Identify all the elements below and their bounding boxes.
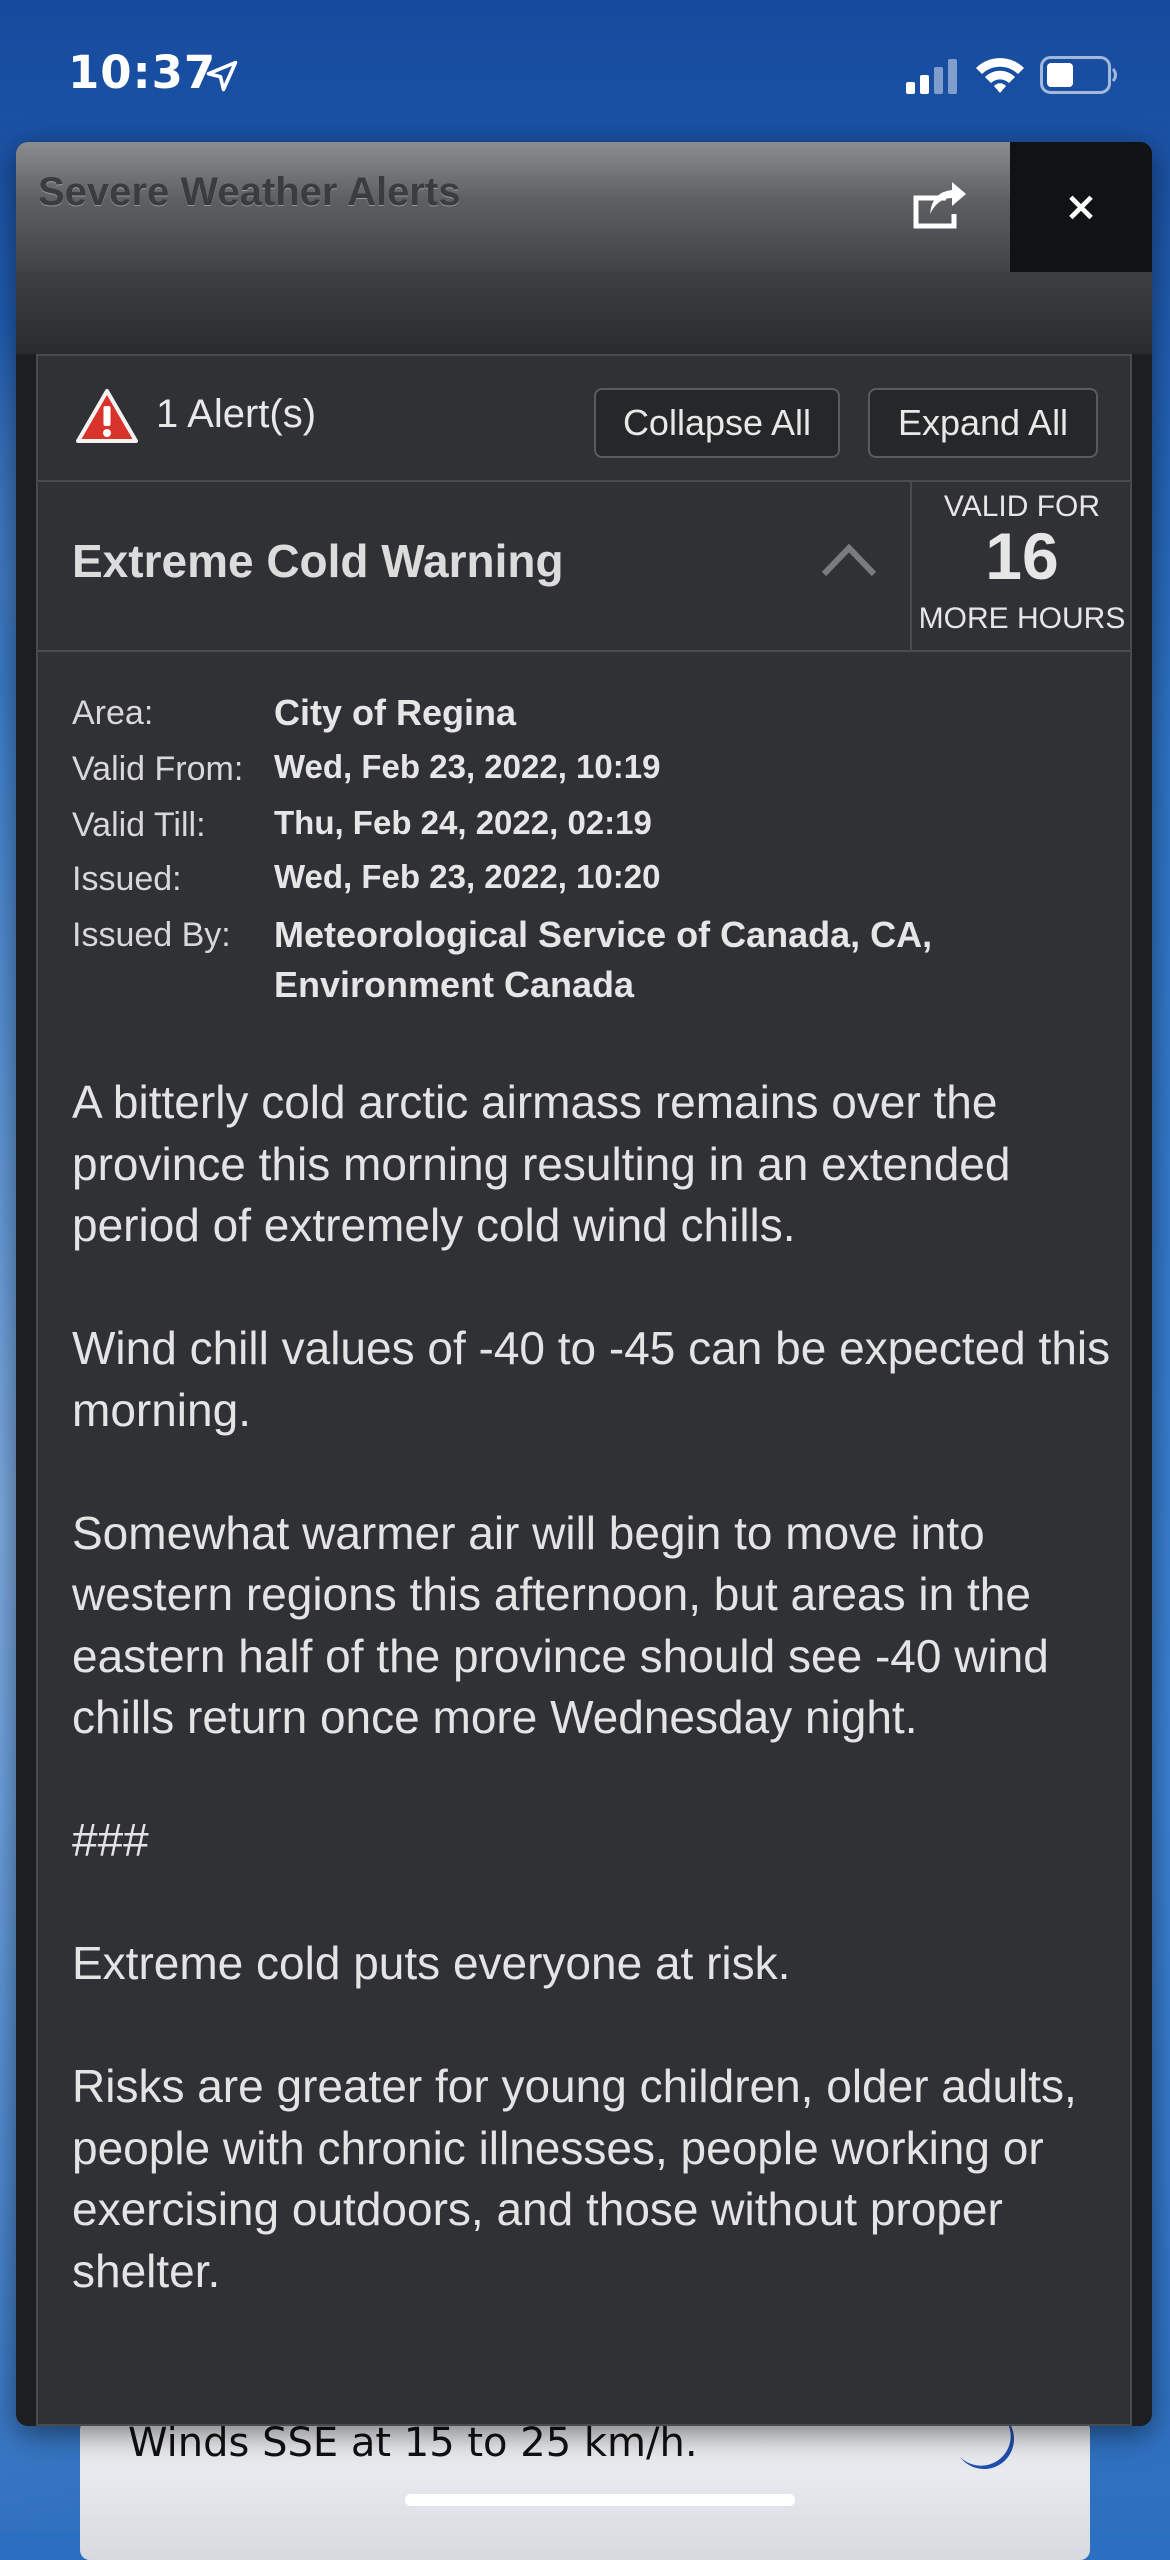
alert-header-row[interactable]: Extreme Cold Warning VALID FOR 16 MORE H… — [38, 480, 1130, 652]
alert-count: 1 Alert(s) — [156, 392, 317, 436]
detail-value: Environment Canada — [274, 964, 635, 1005]
wifi-icon — [976, 58, 1024, 93]
dialog-title: Severe Weather Alerts — [38, 170, 461, 214]
dialog-header: Severe Weather Alerts — [16, 142, 1010, 272]
dialog-subheader — [16, 272, 1152, 354]
cellular-signal-icon — [906, 59, 957, 94]
battery-icon — [1040, 56, 1117, 94]
status-bar: 10:37 — [0, 0, 1170, 140]
chevron-up-icon[interactable] — [820, 540, 878, 580]
severe-weather-alerts-dialog: Severe Weather Alerts × 1 Alert(s) Colla… — [16, 142, 1152, 2426]
detail-label: Issued: — [72, 860, 182, 898]
alert-description: A bitterly cold arctic airmass remains o… — [72, 1072, 1112, 2364]
share-icon[interactable] — [906, 176, 968, 232]
close-button[interactable]: × — [1010, 142, 1152, 272]
expand-all-button[interactable]: Expand All — [868, 388, 1098, 458]
description-paragraph: ### — [72, 1814, 149, 1866]
forecast-card-text: Winds SSE at 15 to 25 km/h. — [128, 2420, 698, 2466]
description-paragraph: Wind chill values of -40 to -45 can be e… — [72, 1322, 1111, 1436]
description-paragraph: Risks are greater for young children, ol… — [72, 2060, 1077, 2297]
description-paragraph: Somewhat warmer air will begin to move i… — [72, 1506, 1049, 1744]
collapse-all-button[interactable]: Collapse All — [594, 388, 840, 458]
detail-value: City of Regina — [274, 692, 517, 733]
detail-label: Area: — [72, 694, 154, 732]
location-arrow-icon — [206, 60, 238, 92]
description-paragraph: Extreme cold puts everyone at risk. — [72, 1937, 791, 1989]
more-hours-label: MORE HOURS — [918, 602, 1126, 635]
home-indicator[interactable] — [405, 2494, 795, 2506]
valid-for-box: VALID FOR 16 MORE HOURS — [910, 480, 1132, 650]
alert-title: Extreme Cold Warning — [72, 535, 564, 587]
description-paragraph: A bitterly cold arctic airmass remains o… — [72, 1076, 1011, 1251]
detail-value: Meteorological Service of Canada, CA, — [274, 914, 933, 955]
detail-label: Issued By: — [72, 916, 231, 954]
detail-label: Valid From: — [72, 750, 244, 788]
detail-value: Wed, Feb 23, 2022, 10:19 — [274, 748, 661, 785]
warning-triangle-icon — [76, 389, 138, 443]
status-time: 10:37 — [68, 46, 217, 99]
alerts-toolbar: 1 Alert(s) Collapse All Expand All — [38, 356, 1130, 482]
detail-value: Thu, Feb 24, 2022, 02:19 — [274, 804, 652, 841]
valid-hours: 16 — [985, 519, 1059, 593]
detail-label: Valid Till: — [72, 806, 206, 844]
detail-value: Wed, Feb 23, 2022, 10:20 — [274, 858, 661, 895]
